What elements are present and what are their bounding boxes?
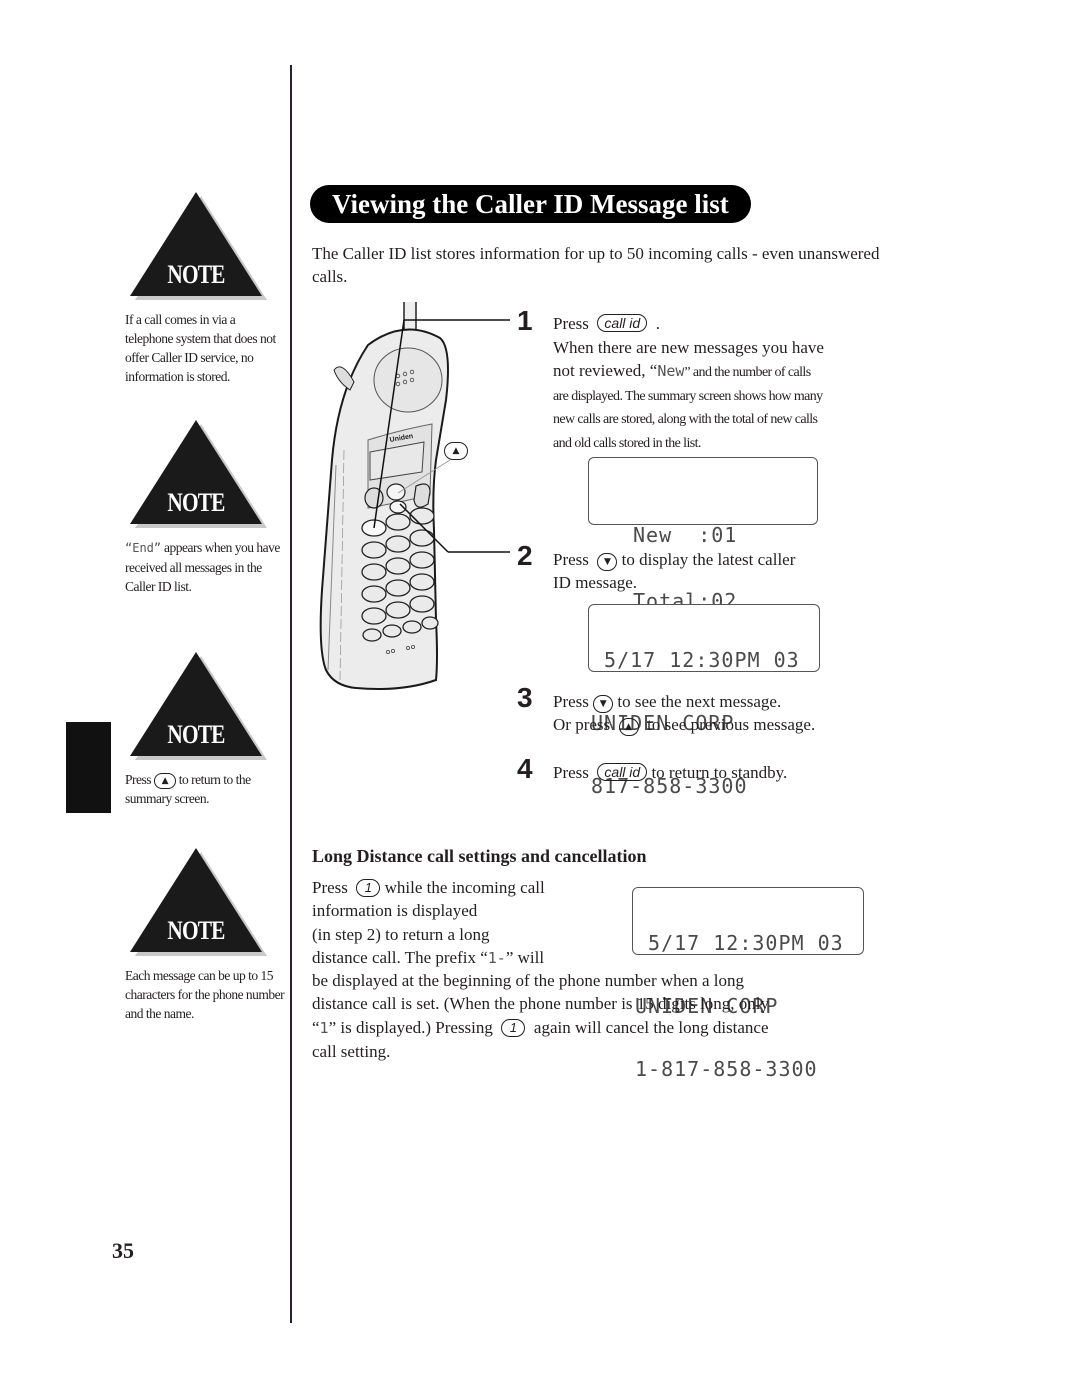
down-arrow-button-icon: ▼ [597, 553, 618, 571]
note-triangle-icon: NOTE [129, 848, 267, 960]
step-3-text: Press ▼ to see the next message. Or pres… [553, 692, 816, 736]
step-number: 3 [517, 682, 533, 713]
note-triangle-icon: NOTE [129, 192, 267, 304]
long-distance-text-wide: be displayed at the beginning of the pho… [312, 971, 770, 1061]
lcd-display-summary: New :01 Total:02 [588, 457, 818, 612]
step-number: 4 [517, 753, 533, 784]
note-label: NOTE [167, 260, 225, 289]
note-triangle-icon: NOTE [129, 652, 267, 764]
note-label: NOTE [167, 488, 225, 517]
lcd-word-end: “End” [125, 541, 162, 555]
up-arrow-callout-icon: ▲ [444, 442, 468, 460]
step-number: 2 [517, 540, 533, 571]
lcd-display-long-distance: 5/17 12:30PM 03 UNIDEN CORP 1-817-858-33… [632, 887, 864, 1080]
note-box-4: NOTE Each message can be up to 15 charac… [100, 848, 285, 1023]
long-distance-heading: Long Distance call settings and cancella… [312, 846, 647, 866]
up-arrow-button-icon: ▲ [618, 718, 639, 736]
section-title: Viewing the Caller ID Message list [310, 185, 751, 223]
down-arrow-button-icon: ▼ [593, 695, 614, 713]
note-text: Press ▲ to return to the summary screen. [125, 772, 251, 806]
call-id-button-icon: call id [597, 763, 648, 781]
cordless-handset-illustration: Uniden ▲ [312, 290, 510, 695]
note-text: If a call comes in via a telephone syste… [125, 312, 276, 384]
lcd-prefix: 1- [487, 948, 506, 967]
call-id-button-icon: call id [597, 314, 648, 332]
note-label: NOTE [167, 916, 225, 945]
long-distance-text-narrow: Press 1 while the incoming call informat… [312, 878, 545, 967]
page-number: 35 [112, 1238, 134, 1263]
lcd-word-new: New [657, 362, 685, 380]
lcd-digit-1: 1 [319, 1018, 329, 1037]
key-1-button-icon: 1 [356, 879, 381, 897]
key-1-button-icon: 1 [501, 1018, 526, 1037]
leader-lines [373, 319, 510, 553]
note-box-3: NOTE Press ▲ to return to the summary sc… [100, 652, 280, 808]
step-1-text: Press call id . When there are new messa… [553, 314, 824, 451]
note-box-2: NOTE “End” appears when you have receive… [100, 420, 280, 596]
note-text: Each message can be up to 15 characters … [125, 968, 285, 1021]
note-label: NOTE [167, 720, 225, 749]
lcd-display-caller: 5/17 12:30PM 03 UNIDEN CORP 817-858-3300 [588, 604, 820, 797]
up-arrow-button-icon: ▲ [153, 772, 176, 789]
column-divider [290, 65, 292, 1323]
step-number: 1 [517, 305, 533, 336]
step-4-text: Press call id to return to standby. [553, 763, 788, 782]
note-text: “End” appears when you have received all… [125, 540, 280, 594]
note-box-1: NOTE If a call comes in via a telephone … [100, 192, 280, 386]
section-intro: The Caller ID list stores information fo… [312, 244, 880, 286]
note-triangle-icon: NOTE [129, 420, 267, 532]
step-2-text: Press ▼ to display the latest caller ID … [553, 550, 796, 592]
